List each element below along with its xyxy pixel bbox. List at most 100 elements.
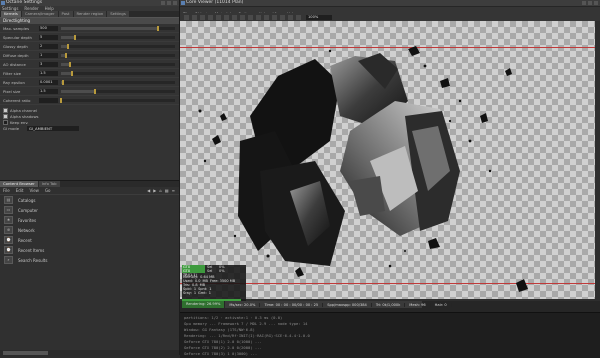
home-icon[interactable]: ⌂	[159, 188, 162, 193]
settings-title: Octane Settings	[6, 0, 43, 5]
slider-knob[interactable]	[69, 61, 72, 67]
param-slider[interactable]	[61, 25, 175, 31]
render-tool-icon[interactable]	[232, 14, 237, 20]
grid-icon[interactable]: ▦	[165, 188, 169, 193]
spp-status: Spp/maxspp: 000/384	[323, 302, 372, 307]
param-value-field[interactable]: 2	[39, 43, 58, 49]
slider-knob[interactable]	[94, 88, 97, 94]
select-tool-icon[interactable]	[184, 14, 189, 20]
viewer-titlebar: Core Viewer (11014 Plan)	[180, 0, 600, 6]
tri-status: Tri: 0k/1,000k	[372, 302, 406, 307]
tab-post[interactable]: Post	[58, 11, 73, 17]
list-icon[interactable]: ≡	[172, 188, 175, 193]
content-browser-item[interactable]: ▤ Catalogs	[0, 195, 179, 205]
content-browser-item-label: Computer	[18, 207, 38, 213]
tab-camera-imager[interactable]: Camera/Imager	[21, 11, 58, 17]
content-browser-item-label: Recent Items	[18, 247, 45, 253]
back-icon[interactable]: ◀	[147, 188, 150, 193]
content-browser-item[interactable]: ⌚ Recent	[0, 235, 179, 245]
param-value-field[interactable]: 3	[39, 61, 58, 67]
param-row: Diffuse depth 1	[0, 51, 179, 60]
slider-knob[interactable]	[66, 43, 69, 49]
zoom-select[interactable]: 100%	[306, 14, 332, 20]
gi-mode-select[interactable]: GI_AMBIENT	[27, 126, 80, 131]
content-browser-item[interactable]: ⌚ Recent Items	[0, 245, 179, 255]
slider-knob[interactable]	[60, 97, 62, 103]
move-tool-icon[interactable]	[192, 14, 197, 20]
tab-info[interactable]: Info Tab	[38, 181, 60, 187]
catalogs-icon: ▤	[4, 196, 13, 204]
maximize-icon[interactable]	[167, 1, 171, 5]
focus-icon[interactable]	[280, 14, 285, 20]
content-browser-scrollbar[interactable]	[0, 350, 179, 356]
param-slider[interactable]	[61, 43, 175, 49]
content-browser-item[interactable]: ★ Favorites	[0, 215, 179, 225]
mesh-status: Mesh: 96	[405, 302, 431, 307]
content-browser-item[interactable]: ⌕ Search Results	[0, 255, 179, 265]
content-browser-item[interactable]: ⊕ Network	[0, 225, 179, 235]
param-slider[interactable]	[61, 34, 175, 40]
param-slider[interactable]	[61, 52, 175, 58]
param-slider[interactable]	[61, 88, 175, 94]
pause-icon[interactable]	[240, 14, 245, 20]
param-value-field[interactable]: 0.0001	[39, 79, 58, 85]
kernel-section-header[interactable]: Directlighting	[0, 17, 179, 24]
cb-menu-go[interactable]: Go	[45, 188, 51, 193]
content-browser-item[interactable]: ▭ Computer	[0, 205, 179, 215]
minimize-icon[interactable]	[161, 1, 165, 5]
scroll-thumb[interactable]	[3, 351, 48, 355]
param-slider[interactable]	[61, 61, 175, 67]
param-slider[interactable]	[60, 97, 175, 103]
log-console[interactable]: partitions: 1/2 · activate:1 · 0.3 ms (0…	[180, 312, 600, 358]
viewer-window-controls	[582, 1, 598, 5]
close-icon[interactable]	[173, 1, 177, 5]
scale-tool-icon[interactable]	[208, 14, 213, 20]
param-value-field[interactable]: 5	[39, 34, 58, 40]
tab-content-browser[interactable]: Content Browser	[0, 181, 38, 187]
region-icon[interactable]	[264, 14, 269, 20]
slider-knob[interactable]	[64, 52, 67, 58]
light-tool-icon[interactable]	[224, 14, 229, 20]
checkbox[interactable]	[3, 107, 8, 113]
param-value-field[interactable]: 1	[39, 52, 58, 58]
param-list: Max. samples 500 Specular depth 5 Glossy dep…	[0, 24, 179, 105]
gi-mode-row: GI mode GI_AMBIENT	[0, 125, 179, 132]
param-value-field[interactable]: 1.5	[39, 70, 58, 76]
slider-knob[interactable]	[62, 79, 65, 85]
forward-icon[interactable]: ▶	[153, 188, 156, 193]
param-label: Coherent ratio	[3, 97, 31, 103]
param-value-field[interactable]	[39, 97, 58, 103]
content-browser-item-label: Catalogs	[18, 197, 36, 203]
stop-icon[interactable]	[248, 14, 253, 20]
param-value-field[interactable]: 1.5	[39, 88, 58, 94]
viewer-minimize-icon[interactable]	[582, 1, 586, 5]
cb-menu-view[interactable]: View	[29, 188, 39, 193]
slider-knob[interactable]	[156, 25, 159, 31]
camera-tool-icon[interactable]	[216, 14, 221, 20]
pick-icon[interactable]	[272, 14, 277, 20]
rotate-tool-icon[interactable]	[200, 14, 205, 20]
slider-fill	[61, 89, 96, 93]
cb-nav-buttons: ◀ ▶ ⌂ ▦ ≡	[147, 188, 175, 193]
param-slider[interactable]	[61, 70, 175, 76]
param-slider[interactable]	[61, 79, 175, 85]
slider-knob[interactable]	[71, 70, 74, 76]
param-row: Pixel size 1.5	[0, 87, 179, 96]
render-canvas[interactable]	[180, 21, 600, 299]
checkbox[interactable]	[3, 113, 8, 119]
refresh-icon[interactable]	[256, 14, 261, 20]
settings-icon[interactable]	[288, 14, 293, 20]
tab-render-region[interactable]: Render region	[73, 11, 107, 17]
stat-field: Sray:	[183, 291, 192, 295]
tab-settings[interactable]: Settings	[107, 11, 129, 17]
viewer-maximize-icon[interactable]	[588, 1, 592, 5]
checkbox[interactable]	[3, 119, 8, 125]
slider-knob[interactable]	[73, 34, 76, 40]
viewer-vertical-scrollbar[interactable]	[595, 21, 600, 299]
param-value-field[interactable]: 500	[39, 25, 58, 31]
snapshot-icon[interactable]	[296, 14, 301, 20]
tab-kernels[interactable]: Kernels	[1, 11, 21, 17]
cb-menu-file[interactable]: File	[3, 188, 10, 193]
viewer-close-icon[interactable]	[594, 1, 598, 5]
cb-menu-edit[interactable]: Edit	[16, 188, 24, 193]
